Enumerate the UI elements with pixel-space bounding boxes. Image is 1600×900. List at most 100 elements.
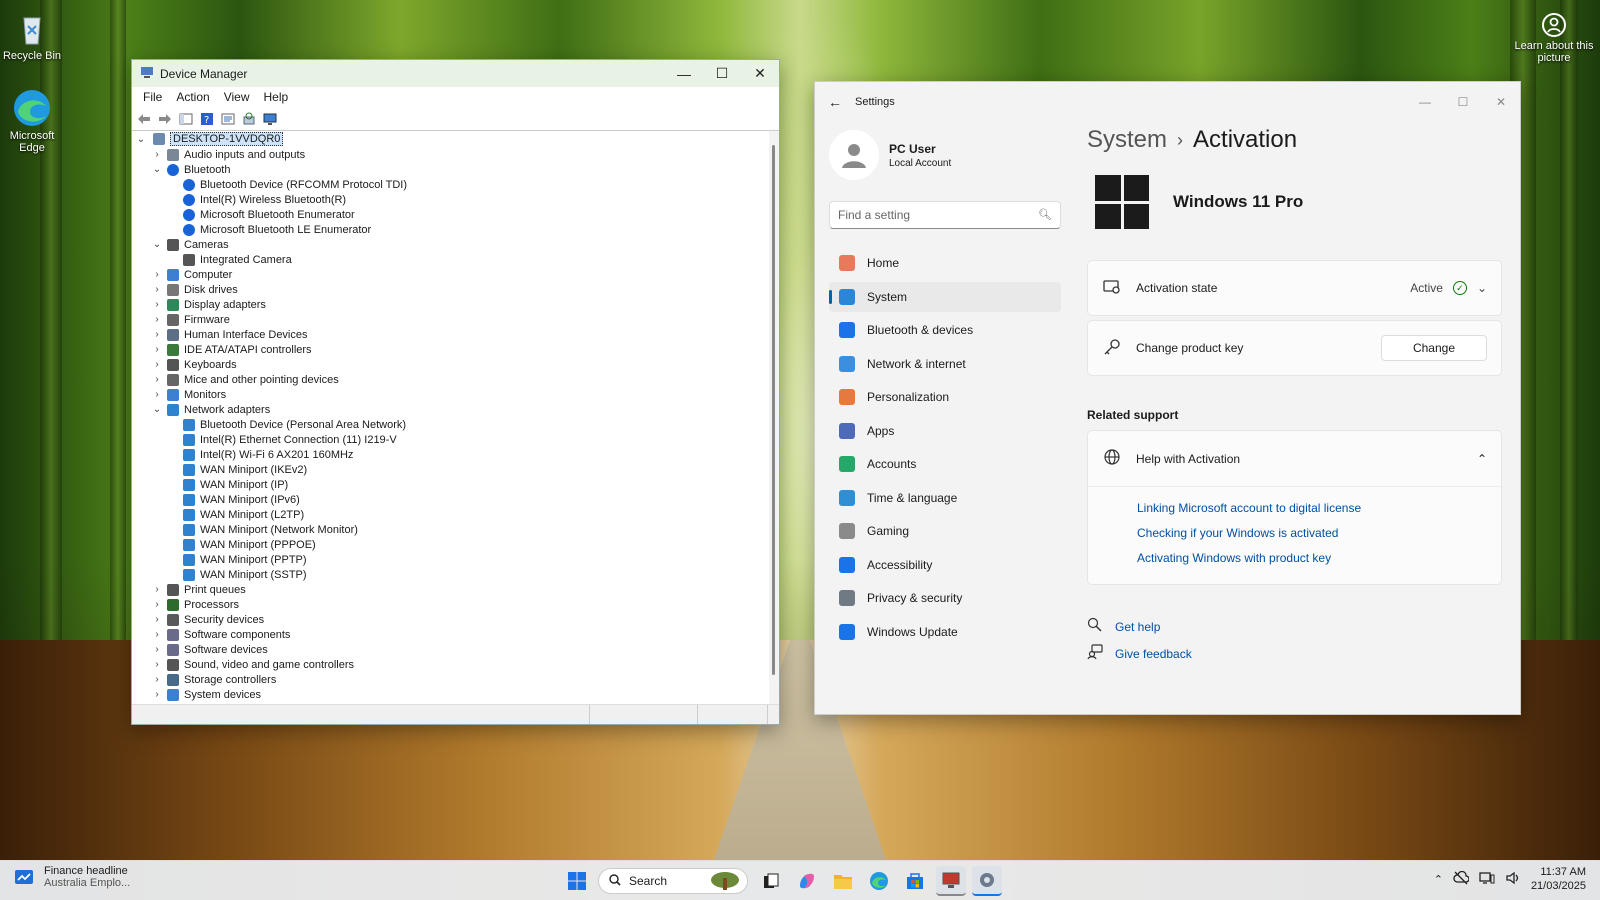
chevron-right-icon[interactable]: › bbox=[151, 284, 163, 296]
tree-category[interactable]: › Mice and other pointing devices bbox=[132, 372, 769, 387]
nav-item-apps[interactable]: Apps bbox=[829, 416, 1061, 446]
nav-item-time-language[interactable]: Time & language bbox=[829, 483, 1061, 513]
help-link[interactable]: Linking Microsoft account to digital lic… bbox=[1137, 501, 1501, 515]
desktop-icon-recycle-bin[interactable]: Recycle Bin bbox=[0, 8, 64, 62]
tree-device[interactable]: Microsoft Bluetooth LE Enumerator bbox=[132, 222, 769, 237]
chevron-up-icon[interactable]: ⌃ bbox=[1434, 873, 1443, 886]
close-button[interactable]: ✕ bbox=[741, 60, 779, 87]
nav-item-network-internet[interactable]: Network & internet bbox=[829, 349, 1061, 379]
nav-item-windows-update[interactable]: Windows Update bbox=[829, 617, 1061, 647]
device-manager-taskbar-button[interactable] bbox=[936, 866, 966, 896]
chevron-down-icon[interactable]: ⌄ bbox=[151, 164, 163, 176]
tree-category[interactable]: › Processors bbox=[132, 597, 769, 612]
back-arrow-icon[interactable]: ← bbox=[815, 94, 855, 110]
spotlight-button[interactable]: Learn about this picture bbox=[1514, 12, 1594, 64]
tree-category[interactable]: › Keyboards bbox=[132, 357, 769, 372]
minimize-button[interactable]: — bbox=[665, 60, 703, 87]
maximize-button[interactable]: ☐ bbox=[703, 60, 741, 87]
help-link[interactable]: Activating Windows with product key bbox=[1137, 551, 1501, 565]
tree-category[interactable]: › Sound, video and game controllers bbox=[132, 657, 769, 672]
tree-device[interactable]: WAN Miniport (IPv6) bbox=[132, 492, 769, 507]
tree-device[interactable]: WAN Miniport (IP) bbox=[132, 477, 769, 492]
chevron-right-icon[interactable]: › bbox=[151, 659, 163, 671]
chevron-right-icon[interactable]: › bbox=[151, 629, 163, 641]
tree-category[interactable]: › Computer bbox=[132, 267, 769, 282]
breadcrumb-parent[interactable]: System bbox=[1087, 126, 1167, 154]
chevron-right-icon[interactable]: › bbox=[151, 614, 163, 626]
tree-device[interactable]: WAN Miniport (PPTP) bbox=[132, 552, 769, 567]
show-hide-tree-icon[interactable] bbox=[177, 110, 195, 128]
cloud-off-icon[interactable] bbox=[1453, 870, 1470, 888]
tree-device[interactable]: Bluetooth Device (Personal Area Network) bbox=[132, 417, 769, 432]
tree-category[interactable]: › Firmware bbox=[132, 312, 769, 327]
tree-category[interactable]: › Software devices bbox=[132, 642, 769, 657]
tree-device[interactable]: Intel(R) Ethernet Connection (11) I219-V bbox=[132, 432, 769, 447]
file-explorer-button[interactable] bbox=[828, 866, 858, 896]
scan-hardware-icon[interactable] bbox=[240, 110, 258, 128]
tree-device[interactable]: WAN Miniport (SSTP) bbox=[132, 567, 769, 582]
volume-icon[interactable] bbox=[1505, 871, 1521, 888]
taskbar-search[interactable]: Search bbox=[598, 868, 748, 894]
tree-category[interactable]: › Security devices bbox=[132, 612, 769, 627]
help-activation-header[interactable]: Help with Activation ⌃ bbox=[1088, 431, 1501, 487]
nav-item-accessibility[interactable]: Accessibility bbox=[829, 550, 1061, 580]
tree-device[interactable]: Bluetooth Device (RFCOMM Protocol TDI) bbox=[132, 177, 769, 192]
tree-category[interactable]: › Disk drives bbox=[132, 282, 769, 297]
change-product-key-button[interactable]: Change bbox=[1381, 335, 1487, 361]
network-icon[interactable] bbox=[1479, 871, 1495, 888]
tree-category[interactable]: › IDE ATA/ATAPI controllers bbox=[132, 342, 769, 357]
nav-item-personalization[interactable]: Personalization bbox=[829, 382, 1061, 412]
tree-category[interactable]: ⌄ Network adapters bbox=[132, 402, 769, 417]
menu-view[interactable]: View bbox=[217, 90, 257, 104]
chevron-up-icon[interactable]: ⌃ bbox=[1477, 452, 1487, 466]
chevron-right-icon[interactable]: › bbox=[151, 314, 163, 326]
nav-item-home[interactable]: Home bbox=[829, 248, 1061, 278]
nav-item-privacy-security[interactable]: Privacy & security bbox=[829, 583, 1061, 613]
tree-root[interactable]: ⌄ DESKTOP-1VVDQR0 bbox=[132, 131, 769, 147]
nav-item-gaming[interactable]: Gaming bbox=[829, 516, 1061, 546]
minimize-button[interactable]: — bbox=[1406, 95, 1444, 109]
start-button[interactable] bbox=[562, 866, 592, 896]
chevron-right-icon[interactable]: › bbox=[151, 374, 163, 386]
chevron-right-icon[interactable]: › bbox=[151, 689, 163, 701]
tree-device[interactable]: WAN Miniport (PPPOE) bbox=[132, 537, 769, 552]
edge-taskbar-button[interactable] bbox=[864, 866, 894, 896]
tree-category[interactable]: ⌄ Bluetooth bbox=[132, 162, 769, 177]
chevron-right-icon[interactable]: › bbox=[151, 269, 163, 281]
chevron-down-icon[interactable]: ⌄ bbox=[151, 404, 163, 416]
settings-titlebar[interactable]: ← Settings — ☐ ✕ bbox=[815, 82, 1520, 122]
microsoft-store-button[interactable] bbox=[900, 866, 930, 896]
scrollbar-thumb[interactable] bbox=[772, 145, 775, 675]
chevron-right-icon[interactable]: › bbox=[151, 389, 163, 401]
tree-category[interactable]: › Monitors bbox=[132, 387, 769, 402]
tree-device[interactable]: WAN Miniport (IKEv2) bbox=[132, 462, 769, 477]
settings-search-input[interactable]: Find a setting 🔍︎ bbox=[829, 201, 1061, 229]
tree-device[interactable]: Intel(R) Wi-Fi 6 AX201 160MHz bbox=[132, 447, 769, 462]
chevron-right-icon[interactable]: › bbox=[151, 299, 163, 311]
forward-arrow-icon[interactable] bbox=[156, 110, 174, 128]
close-button[interactable]: ✕ bbox=[1482, 95, 1520, 109]
chevron-right-icon[interactable]: › bbox=[151, 149, 163, 161]
give-feedback-link[interactable]: Give feedback bbox=[1087, 640, 1502, 667]
tree-category[interactable]: › Print queues bbox=[132, 582, 769, 597]
chevron-down-icon[interactable]: ⌄ bbox=[1477, 281, 1487, 295]
tree-category[interactable]: ⌄ Cameras bbox=[132, 237, 769, 252]
nav-item-bluetooth-devices[interactable]: Bluetooth & devices bbox=[829, 315, 1061, 345]
menu-help[interactable]: Help bbox=[257, 90, 296, 104]
task-view-button[interactable] bbox=[756, 866, 786, 896]
tree-device[interactable]: WAN Miniport (Network Monitor) bbox=[132, 522, 769, 537]
activation-state-card[interactable]: Activation state Active ✓ ⌄ bbox=[1087, 260, 1502, 316]
clock[interactable]: 11:37 AM 21/03/2025 bbox=[1531, 865, 1586, 893]
tree-category[interactable]: › Audio inputs and outputs bbox=[132, 147, 769, 162]
chevron-right-icon[interactable]: › bbox=[151, 644, 163, 656]
get-help-link[interactable]: Get help bbox=[1087, 613, 1502, 640]
chevron-right-icon[interactable]: › bbox=[151, 344, 163, 356]
user-profile[interactable]: PC User Local Account bbox=[829, 130, 951, 180]
tree-category[interactable]: › Software components bbox=[132, 627, 769, 642]
copilot-button[interactable] bbox=[792, 866, 822, 896]
tree-category[interactable]: › Storage controllers bbox=[132, 672, 769, 687]
nav-item-accounts[interactable]: Accounts bbox=[829, 449, 1061, 479]
help-link[interactable]: Checking if your Windows is activated bbox=[1137, 526, 1501, 540]
properties-icon[interactable] bbox=[219, 110, 237, 128]
tree-category[interactable]: › Display adapters bbox=[132, 297, 769, 312]
